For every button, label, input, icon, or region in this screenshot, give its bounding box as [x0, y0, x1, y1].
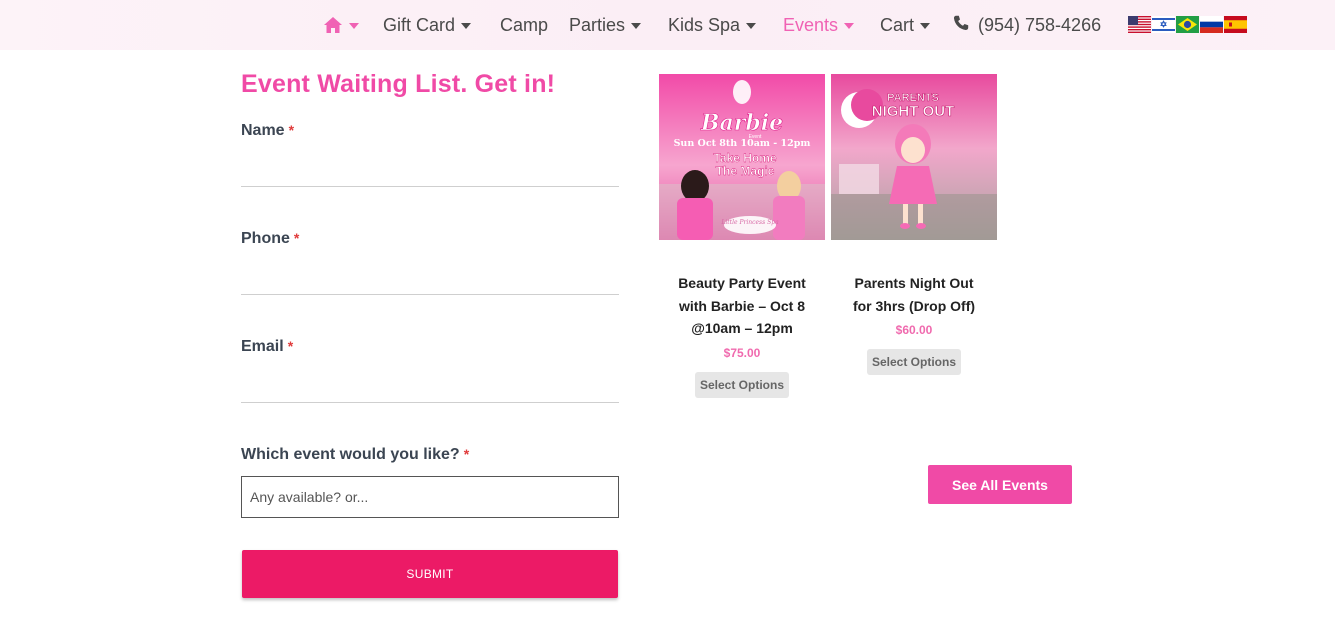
nav-item-label: Cart	[880, 14, 915, 35]
nav-item-label: Events	[783, 14, 839, 35]
spain-flag-icon[interactable]	[1224, 16, 1247, 33]
name-label-text: Name	[241, 122, 285, 139]
nav-item-events[interactable]: Events	[783, 0, 855, 50]
chevron-down-icon	[746, 23, 757, 29]
russia-flag-icon[interactable]	[1200, 16, 1223, 33]
nav-item-label: Parties	[569, 14, 626, 35]
email-label: Email *	[241, 338, 293, 356]
chevron-down-icon	[461, 23, 472, 29]
parents-night-out-image[interactable]: PARENTS NIGHT OUT	[831, 74, 997, 240]
required-mark: *	[288, 122, 295, 138]
select-options-button[interactable]: Select Options	[694, 371, 790, 398]
us-flag-icon[interactable]	[1128, 16, 1151, 33]
required-mark: *	[287, 338, 294, 354]
nav-item-phone[interactable]: (954) 758-4266	[953, 0, 1101, 50]
nav-item-cart[interactable]: Cart	[880, 0, 931, 50]
nav-item-gift-card[interactable]: Gift Card	[383, 0, 472, 50]
email-field[interactable]	[241, 364, 619, 403]
nav-item-parties[interactable]: Parties	[569, 0, 642, 50]
product-name[interactable]: Beauty Party Event with Barbie – Oct 8 @…	[659, 272, 825, 340]
event-choice-label: Which event would you like? *	[241, 446, 469, 464]
phone-icon	[953, 15, 969, 36]
language-flags	[1128, 16, 1247, 33]
brazil-flag-icon[interactable]	[1176, 16, 1199, 33]
image-text-tagline-2: The Magic	[716, 164, 775, 178]
chevron-down-icon	[844, 23, 855, 29]
phone-field[interactable]	[241, 256, 619, 295]
nav-item-label: Camp	[500, 14, 549, 35]
barbie-event-image[interactable]: Barbie Event Sun Oct 8th 10am - 12pm Tak…	[659, 74, 825, 240]
see-all-events-button[interactable]: See All Events	[928, 465, 1072, 504]
product-price: $75.00	[723, 345, 761, 360]
form-title: Event Waiting List. Get in!	[241, 70, 556, 98]
israel-flag-icon[interactable]	[1152, 16, 1175, 33]
product-card-barbie: Barbie Event Sun Oct 8th 10am - 12pm Tak…	[659, 74, 825, 398]
chevron-down-icon	[631, 23, 642, 29]
home-icon	[323, 16, 343, 34]
product-card-parents-night-out: PARENTS NIGHT OUT Parents Night Out for …	[831, 74, 997, 375]
phone-label: Phone *	[241, 230, 299, 248]
top-navigation-bar: Gift Card Camp Parties Kids Spa Events C…	[0, 0, 1335, 50]
event-choice-field[interactable]	[241, 476, 619, 518]
nav-item-label: Kids Spa	[668, 14, 741, 35]
chevron-down-icon	[349, 23, 359, 29]
required-mark: *	[293, 230, 300, 246]
select-options-button[interactable]: Select Options	[866, 349, 962, 375]
nav-item-kids-spa[interactable]: Kids Spa	[668, 0, 757, 50]
chevron-down-icon	[920, 23, 931, 29]
home-menu[interactable]	[323, 0, 359, 50]
email-label-text: Email	[241, 338, 284, 355]
product-name[interactable]: Parents Night Out for 3hrs (Drop Off)	[831, 272, 997, 317]
image-text-line-2: NIGHT OUT	[872, 103, 955, 120]
image-text-tagline-1: Take Home	[713, 151, 776, 165]
image-text-date: Sun Oct 8th 10am - 12pm	[674, 138, 811, 149]
image-text-logo: Barbie	[700, 110, 783, 136]
image-text-brand: Little Princess Spa	[720, 219, 779, 226]
phone-number: (954) 758-4266	[978, 14, 1102, 35]
nav-item-label: Gift Card	[383, 14, 456, 35]
required-mark: *	[463, 446, 470, 462]
name-label: Name *	[241, 122, 294, 140]
phone-label-text: Phone	[241, 230, 290, 247]
product-price: $60.00	[895, 323, 933, 337]
event-choice-label-text: Which event would you like?	[241, 446, 460, 463]
name-field[interactable]	[241, 148, 619, 187]
submit-button[interactable]: SUBMIT	[242, 550, 618, 598]
nav-item-camp[interactable]: Camp	[500, 0, 548, 50]
